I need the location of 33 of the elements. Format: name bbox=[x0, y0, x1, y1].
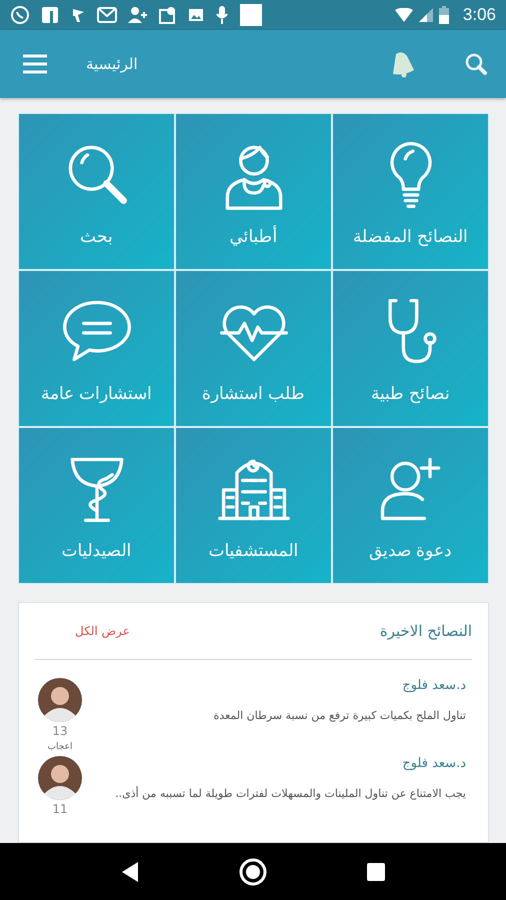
likes-count: 13 bbox=[52, 724, 68, 738]
blank-square-icon bbox=[240, 4, 262, 26]
add-person-icon bbox=[128, 6, 148, 24]
menu-tile[interactable]: استشارات عامة bbox=[19, 271, 174, 426]
view-all-link[interactable]: عرض الكل bbox=[75, 624, 130, 638]
menu-tile[interactable]: النصائح المفضلة bbox=[333, 114, 488, 269]
mail-icon bbox=[97, 7, 117, 23]
menu-tile[interactable]: دعوة صديق bbox=[333, 428, 488, 583]
tip-text: تناول الملح بكميات كبيرة ترفع من نسبة سرطان المعدة bbox=[212, 708, 466, 724]
menu-tile[interactable]: أطبائي bbox=[176, 114, 331, 269]
menu-tile[interactable]: نصائح طبية bbox=[333, 271, 488, 426]
square-icon bbox=[41, 6, 59, 24]
menu-tile[interactable]: المستشفيات bbox=[176, 428, 331, 583]
likes-label: اعجاب bbox=[48, 742, 72, 752]
section-title: النصائح الاخيرة bbox=[380, 622, 472, 640]
wifi-icon bbox=[394, 8, 413, 22]
screen-title: الرئيسية bbox=[86, 55, 138, 73]
menu-tile[interactable]: الصيدليات bbox=[19, 428, 174, 583]
chat-icon bbox=[10, 5, 30, 25]
flag-icon bbox=[70, 7, 86, 23]
author-name[interactable]: د.سعد فلوج bbox=[97, 678, 466, 693]
avatar bbox=[38, 678, 82, 722]
avatar bbox=[38, 756, 82, 800]
menu-tile[interactable]: بحث bbox=[19, 114, 174, 269]
clock-time: 3:06 bbox=[462, 5, 496, 25]
image-icon bbox=[188, 7, 204, 23]
author-name[interactable]: د.سعد فلوج bbox=[97, 756, 466, 771]
likes-count: 11 bbox=[52, 802, 68, 816]
mic-icon bbox=[215, 5, 229, 25]
signal-icon bbox=[418, 8, 433, 22]
tip-text: يجب الامتناع عن تناول الملينات والمسهلات لفترات طويلة لما تسببه من أذى.. bbox=[114, 785, 466, 802]
menu-tile[interactable]: طلب استشارة bbox=[176, 271, 331, 426]
battery-icon bbox=[438, 6, 449, 24]
